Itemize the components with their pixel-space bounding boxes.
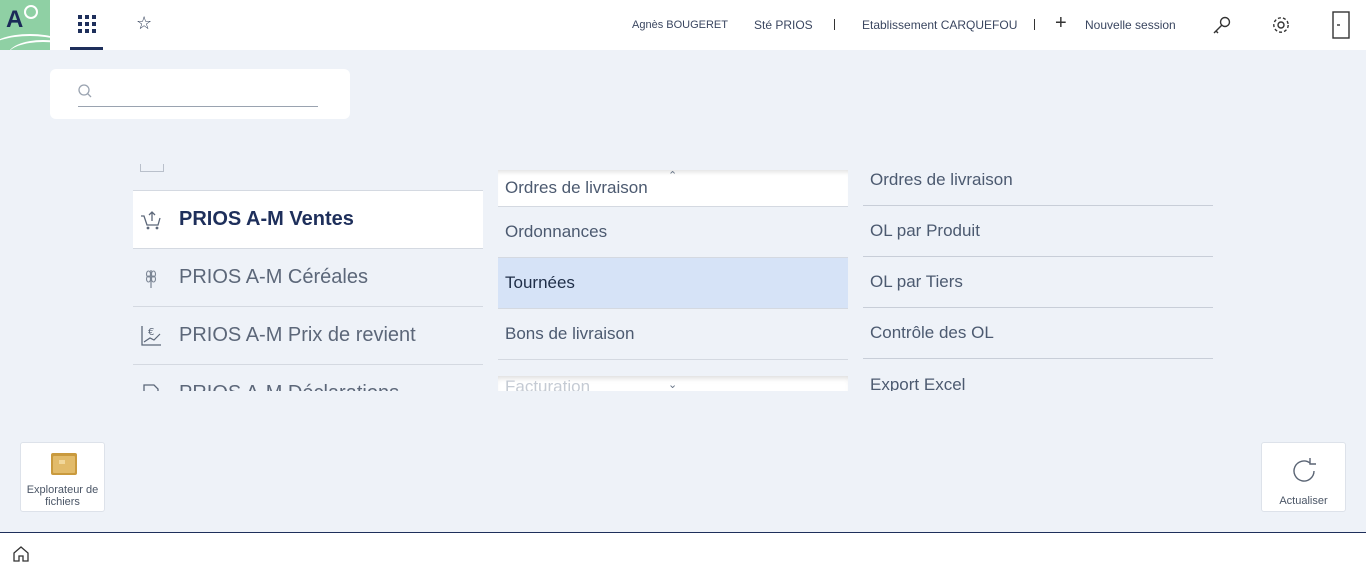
applications-list[interactable]: PRIOS A-M Ventes PRIOS A-M Céréales € PR…	[133, 160, 483, 391]
action-item-label: Ordres de livraison	[870, 170, 1013, 189]
favorites-star-icon[interactable]: ☆	[136, 13, 152, 33]
logo-sun	[24, 5, 38, 19]
search-underline	[78, 106, 318, 107]
action-item-label: OL par Tiers	[870, 272, 963, 291]
action-item[interactable]: Ordres de livraison	[863, 155, 1213, 206]
cost-chart-icon: €	[141, 325, 161, 346]
svg-text:€: €	[148, 327, 154, 338]
partial-app-icon	[140, 164, 164, 172]
app-item-prix-de-revient[interactable]: € PRIOS A-M Prix de revient	[133, 307, 483, 365]
action-item[interactable]: OL par Tiers	[863, 257, 1213, 308]
action-item[interactable]: OL par Produit	[863, 206, 1213, 257]
chevron-down-icon[interactable]: ⌄	[668, 378, 677, 391]
key-icon[interactable]	[1211, 14, 1233, 36]
search-input[interactable]	[98, 83, 318, 103]
folder-icon	[51, 453, 77, 475]
submenu-item-ordres-de-livraison[interactable]: Ordres de livraison ⌃	[498, 170, 848, 207]
action-item[interactable]: Export Excel	[863, 359, 1213, 392]
refresh-icon	[1293, 458, 1316, 482]
chevron-up-icon[interactable]: ⌃	[668, 170, 677, 182]
action-item-label: Contrôle des OL	[870, 323, 994, 342]
submenu-item-label: Facturation	[505, 377, 591, 391]
app-item-cereales[interactable]: PRIOS A-M Céréales	[133, 249, 483, 307]
settings-gear-icon[interactable]	[1270, 14, 1292, 36]
company-name[interactable]: Sté PRIOS	[754, 18, 813, 32]
logo-letter: A	[6, 6, 24, 33]
submenu-item-tournees[interactable]: Tournées	[498, 258, 848, 309]
app-item-label: PRIOS A-M Ventes	[179, 208, 354, 230]
header-separator	[1034, 19, 1035, 30]
action-item-label: OL par Produit	[870, 221, 980, 240]
search-icon	[78, 84, 92, 98]
app-item-label: PRIOS A-M Déclarations	[179, 382, 399, 391]
app-item-label: PRIOS A-M Céréales	[179, 266, 368, 288]
refresh-tile[interactable]: Actualiser	[1261, 442, 1346, 512]
new-session-button[interactable]: Nouvelle session	[1085, 18, 1176, 32]
plus-icon[interactable]: +	[1055, 13, 1067, 33]
submenu-item-label: Bons de livraison	[505, 324, 635, 343]
refresh-label: Actualiser	[1279, 495, 1328, 507]
action-item-label: Export Excel	[870, 374, 966, 392]
submenu-list[interactable]: Ordres de livraison ⌃ Ordonnances Tourné…	[498, 170, 848, 391]
submenu-item-facturation[interactable]: Facturation ⌄	[498, 376, 848, 391]
cart-icon	[141, 210, 161, 229]
home-icon[interactable]	[12, 545, 30, 563]
app-logo[interactable]: A	[0, 0, 50, 50]
document-icon	[143, 383, 159, 391]
actions-list[interactable]: Ordres de livraison OL par Produit OL pa…	[863, 155, 1213, 391]
action-item[interactable]: Contrôle des OL	[863, 308, 1213, 359]
submenu-item-label: Ordonnances	[505, 222, 608, 241]
submenu-item-label: Ordres de livraison	[505, 178, 648, 197]
submenu-item-bons-de-livraison[interactable]: Bons de livraison	[498, 309, 848, 360]
wheat-icon	[145, 269, 157, 288]
logout-door-icon[interactable]	[1330, 11, 1352, 39]
app-item-label: PRIOS A-M Prix de revient	[179, 324, 416, 346]
app-item-ventes[interactable]: PRIOS A-M Ventes	[133, 191, 483, 249]
header-separator	[834, 19, 835, 30]
top-bar: A ☆ Agnès BOUGERET Sté PRIOS Etablisseme…	[0, 0, 1366, 50]
app-item-declarations[interactable]: PRIOS A-M Déclarations	[133, 365, 483, 391]
submenu-item-label: Tournées	[505, 273, 575, 292]
submenu-item-ordonnances[interactable]: Ordonnances	[498, 207, 848, 258]
file-explorer-tile[interactable]: Explorateur de fichiers	[20, 442, 105, 512]
file-explorer-label: Explorateur de fichiers	[26, 484, 99, 508]
bottom-bar	[0, 532, 1366, 574]
apps-grid-icon	[77, 14, 96, 33]
user-name[interactable]: Agnès BOUGERET	[632, 18, 728, 32]
establishment-name[interactable]: Etablissement CARQUEFOU	[862, 18, 1017, 32]
apps-menu-tab[interactable]	[70, 0, 103, 50]
search-card	[50, 69, 350, 119]
